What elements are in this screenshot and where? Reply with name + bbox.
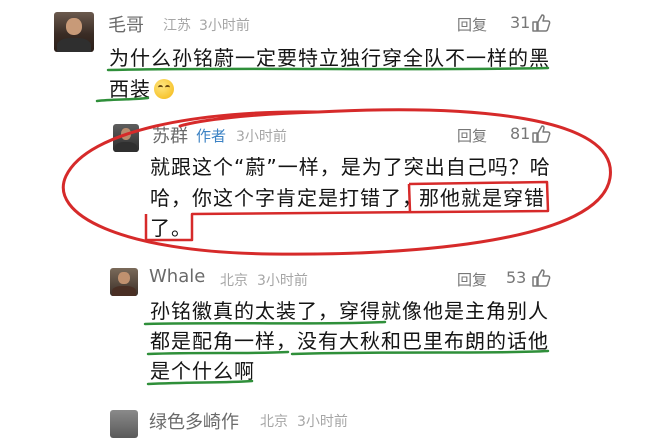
comment-location: 北京 — [260, 414, 288, 430]
comment-text: 为什么孙铭蔚一定要特立独行穿全队不一样的黑 — [109, 43, 550, 73]
comment-line: 就跟这个“蔚”一样，是为了突出自己吗？哈 — [150, 155, 551, 179]
reply-button[interactable]: 回复 — [457, 269, 487, 290]
avatar[interactable] — [110, 410, 138, 438]
highlighted-text: 那他就是穿错 — [419, 186, 545, 210]
comment-time: 3小时前 — [297, 414, 348, 430]
comment-text: 孙铭徽真的太装了，穿得就像他是主角别人 — [150, 299, 549, 323]
comment-text: 是个什么啊 — [150, 359, 255, 383]
reply-button[interactable]: 回复 — [457, 125, 487, 146]
avatar[interactable] — [110, 268, 138, 296]
comment-line: 西装 — [109, 77, 151, 101]
username[interactable]: 苏群 — [152, 122, 188, 148]
like-count: 31 — [510, 13, 531, 32]
comment-location: 江苏 — [163, 18, 191, 34]
comment-text: 都是配角一样，没有大秋和巴里布朗的话他 — [150, 329, 549, 353]
comment-time: 3小时前 — [257, 273, 308, 289]
comment-text: 就跟这个“蔚”一样，是为了突出自己吗？哈 — [150, 152, 551, 182]
relieved-face-emoji-icon — [154, 79, 174, 99]
username[interactable]: Whale — [149, 266, 205, 287]
username[interactable]: 绿色多崎作 — [149, 408, 239, 434]
comment-line: 哈，你这个字肯定是打错了， — [150, 186, 423, 210]
thumbs-up-icon[interactable] — [531, 268, 551, 288]
username[interactable]: 毛哥 — [108, 11, 144, 37]
thumbs-up-icon[interactable] — [531, 124, 551, 144]
comment-time: 3小时前 — [236, 129, 287, 145]
comment-text: 西装 — [109, 74, 174, 104]
comment-line: 为什么孙铭蔚一定要特立独行穿全队不一样的黑 — [109, 46, 550, 70]
avatar[interactable] — [54, 12, 94, 52]
like-count: 81 — [510, 124, 531, 143]
comment-time: 3小时前 — [199, 18, 250, 34]
reply-button[interactable]: 回复 — [457, 14, 487, 35]
comment-text: 哈，你这个字肯定是打错了， — [150, 183, 423, 213]
thumbs-up-icon[interactable] — [531, 13, 551, 33]
author-badge: 作者 — [196, 127, 227, 145]
comment-location: 北京 — [220, 273, 248, 289]
like-count: 53 — [506, 268, 527, 287]
avatar[interactable] — [113, 124, 139, 152]
comment-text: 了。 — [150, 216, 192, 240]
